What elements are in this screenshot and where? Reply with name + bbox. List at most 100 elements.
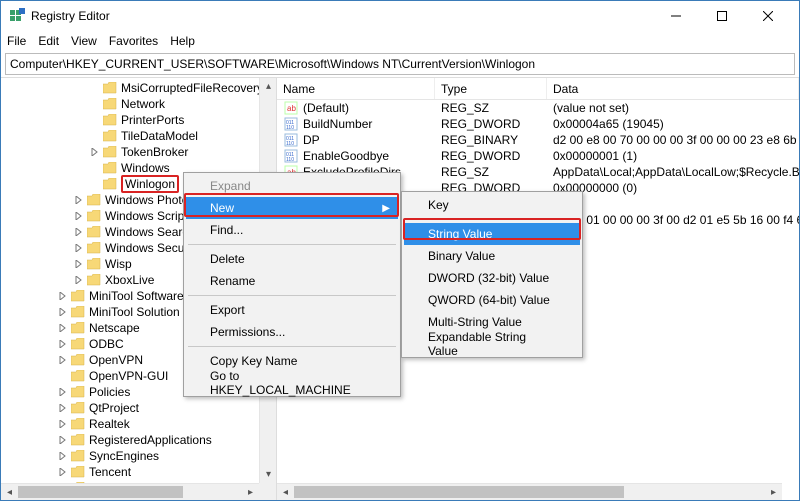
tree-item-label: MiniTool Software L bbox=[89, 289, 194, 303]
col-type[interactable]: Type bbox=[435, 78, 547, 99]
tree-item[interactable]: PrinterPorts bbox=[1, 112, 276, 128]
ctx-expand[interactable]: Expand bbox=[186, 175, 398, 197]
expand-icon[interactable] bbox=[57, 434, 69, 446]
col-data[interactable]: Data bbox=[547, 78, 799, 99]
scroll-left-icon[interactable]: ◂ bbox=[1, 484, 18, 500]
ctx-new-string[interactable]: String Value bbox=[404, 223, 580, 245]
menu-view[interactable]: View bbox=[71, 34, 97, 48]
folder-icon bbox=[87, 210, 101, 222]
ctx-new-dword[interactable]: DWORD (32-bit) Value bbox=[404, 267, 580, 289]
tree-item-label: RegisteredApplications bbox=[89, 433, 212, 447]
menu-help[interactable]: Help bbox=[170, 34, 195, 48]
scroll-left-icon[interactable]: ◂ bbox=[277, 484, 294, 500]
scroll-right-icon[interactable]: ▸ bbox=[242, 484, 259, 500]
folder-icon bbox=[103, 162, 117, 174]
expand-icon[interactable] bbox=[57, 290, 69, 302]
menu-edit[interactable]: Edit bbox=[38, 34, 59, 48]
tree-item[interactable]: QtProject bbox=[1, 400, 276, 416]
value-data: d2 00 e8 00 70 00 00 00 3f 00 00 00 23 e… bbox=[547, 133, 799, 147]
folder-icon bbox=[71, 450, 85, 462]
ctx-new-binary[interactable]: Binary Value bbox=[404, 245, 580, 267]
scrollbar-thumb[interactable] bbox=[18, 486, 183, 498]
folder-icon bbox=[103, 178, 117, 190]
value-row[interactable]: 011110EnableGoodbyeREG_DWORD0x00000001 (… bbox=[277, 148, 799, 164]
ctx-new-expand[interactable]: Expandable String Value bbox=[404, 333, 580, 355]
tree-item[interactable]: Realtek bbox=[1, 416, 276, 432]
expand-icon[interactable] bbox=[57, 354, 69, 366]
maximize-button[interactable] bbox=[699, 1, 745, 31]
expand-icon[interactable] bbox=[57, 450, 69, 462]
scroll-right-icon[interactable]: ▸ bbox=[765, 484, 782, 500]
menu-file[interactable]: File bbox=[7, 34, 26, 48]
menu-favorites[interactable]: Favorites bbox=[109, 34, 158, 48]
svg-text:110: 110 bbox=[286, 157, 294, 163]
expand-icon[interactable] bbox=[57, 322, 69, 334]
svg-text:ab: ab bbox=[287, 104, 296, 113]
folder-icon bbox=[87, 242, 101, 254]
tree-item[interactable]: MsiCorruptedFileRecovery bbox=[1, 80, 276, 96]
tree-item[interactable]: RegisteredApplications bbox=[1, 432, 276, 448]
tree-item-label: Tencent bbox=[89, 465, 131, 479]
expand-icon[interactable] bbox=[89, 146, 101, 158]
value-name: (Default) bbox=[303, 101, 349, 115]
ctx-find[interactable]: Find... bbox=[186, 219, 398, 241]
ctx-rename[interactable]: Rename bbox=[186, 270, 398, 292]
expand-icon[interactable] bbox=[73, 274, 85, 286]
expand-icon[interactable] bbox=[57, 386, 69, 398]
scrollbar-corner bbox=[259, 483, 276, 500]
value-data: AppData\Local;AppData\LocalLow;$Recycle.… bbox=[547, 165, 799, 179]
tree-item-label: SyncEngines bbox=[89, 449, 159, 463]
tree-item-label: OpenVPN bbox=[89, 353, 143, 367]
ctx-new-key[interactable]: Key bbox=[404, 194, 580, 216]
folder-icon bbox=[87, 274, 101, 286]
folder-icon bbox=[71, 418, 85, 430]
values-scrollbar-h[interactable]: ◂ ▸ bbox=[277, 483, 782, 500]
scrollbar-thumb[interactable] bbox=[294, 486, 624, 498]
ctx-new-qword[interactable]: QWORD (64-bit) Value bbox=[404, 289, 580, 311]
folder-icon bbox=[87, 194, 101, 206]
ctx-permissions[interactable]: Permissions... bbox=[186, 321, 398, 343]
tree-item-label: Windows Search bbox=[105, 225, 195, 239]
folder-icon bbox=[103, 146, 117, 158]
tree-scrollbar-h[interactable]: ◂ ▸ bbox=[1, 483, 259, 500]
expand-icon[interactable] bbox=[73, 242, 85, 254]
value-row[interactable]: 011110BuildNumberREG_DWORD0x00004a65 (19… bbox=[277, 116, 799, 132]
ctx-delete[interactable]: Delete bbox=[186, 248, 398, 270]
minimize-button[interactable] bbox=[653, 1, 699, 31]
folder-icon bbox=[71, 466, 85, 478]
context-menu: Expand New▶ Find... Delete Rename Export… bbox=[183, 172, 401, 397]
ctx-export[interactable]: Export bbox=[186, 299, 398, 321]
submenu-arrow-icon: ▶ bbox=[382, 203, 390, 214]
ctx-go-hklm[interactable]: Go to HKEY_LOCAL_MACHINE bbox=[186, 372, 398, 394]
value-type: REG_SZ bbox=[435, 101, 547, 115]
expand-icon[interactable] bbox=[73, 210, 85, 222]
expand-icon[interactable] bbox=[57, 306, 69, 318]
tree-item[interactable]: SyncEngines bbox=[1, 448, 276, 464]
col-name[interactable]: Name bbox=[277, 78, 435, 99]
expand-icon[interactable] bbox=[57, 402, 69, 414]
tree-item-label: OpenVPN-GUI bbox=[89, 369, 168, 383]
scroll-up-icon[interactable]: ▴ bbox=[260, 78, 277, 95]
value-row[interactable]: 011110DPREG_BINARYd2 00 e8 00 70 00 00 0… bbox=[277, 132, 799, 148]
tree-item[interactable]: Tencent bbox=[1, 464, 276, 480]
close-button[interactable] bbox=[745, 1, 791, 31]
separator bbox=[188, 346, 396, 347]
tree-item[interactable]: TokenBroker bbox=[1, 144, 276, 160]
folder-icon bbox=[103, 82, 117, 94]
address-bar[interactable]: Computer\HKEY_CURRENT_USER\SOFTWARE\Micr… bbox=[5, 53, 795, 75]
expand-icon[interactable] bbox=[73, 194, 85, 206]
ctx-new[interactable]: New▶ bbox=[186, 197, 398, 219]
window-controls bbox=[653, 1, 791, 31]
tree-item[interactable]: TileDataModel bbox=[1, 128, 276, 144]
expand-icon[interactable] bbox=[57, 466, 69, 478]
expand-icon[interactable] bbox=[73, 226, 85, 238]
folder-icon bbox=[71, 338, 85, 350]
svg-text:110: 110 bbox=[286, 141, 294, 147]
svg-text:110: 110 bbox=[286, 125, 294, 131]
expand-icon[interactable] bbox=[57, 418, 69, 430]
expand-icon[interactable] bbox=[57, 338, 69, 350]
scroll-down-icon[interactable]: ▾ bbox=[260, 466, 277, 483]
tree-item[interactable]: Network bbox=[1, 96, 276, 112]
value-row[interactable]: ab(Default)REG_SZ(value not set) bbox=[277, 100, 799, 116]
expand-icon[interactable] bbox=[73, 258, 85, 270]
